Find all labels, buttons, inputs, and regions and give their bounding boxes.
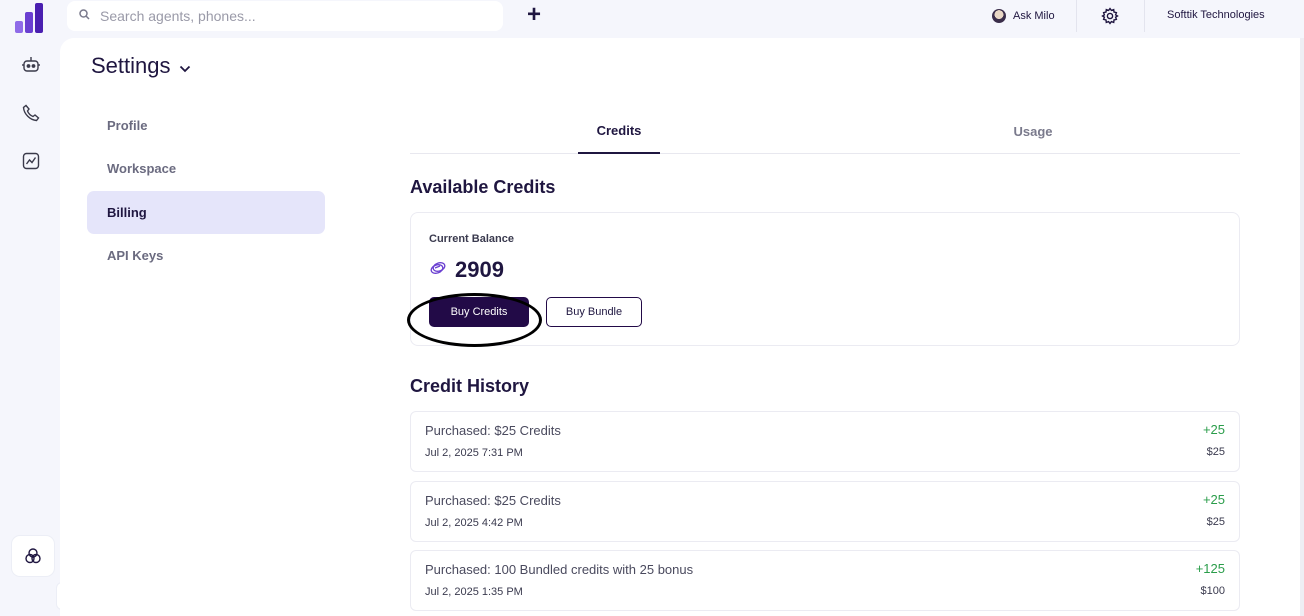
history-credits: +125: [1195, 561, 1225, 576]
history-item: Purchased: 100 Bundled credits with 25 b…: [410, 550, 1240, 611]
tab-label: Credits: [596, 122, 642, 138]
billing-tabs: Credits Usage: [410, 108, 1240, 154]
tab-label: Usage: [1013, 123, 1053, 139]
balance-row: 2909: [429, 257, 504, 283]
tab-credits[interactable]: Credits: [578, 108, 660, 154]
nav-item-label: API Keys: [107, 248, 164, 263]
history-item: Purchased: $25 Credits Jul 2, 2025 4:42 …: [410, 481, 1240, 542]
history-amount: $25: [1206, 516, 1225, 528]
top-bar: + Ask Milo Softtik Technologies: [60, 0, 1304, 38]
credits-coin-icon: [429, 261, 447, 280]
chevron-down-icon: [179, 53, 191, 79]
balance-card: Current Balance 2909 Buy Credits Buy Bun…: [410, 212, 1240, 346]
analytics-icon[interactable]: [20, 150, 42, 172]
history-credits: +25: [1202, 422, 1225, 437]
history-title: Purchased: $25 Credits: [425, 423, 561, 438]
history-date: Jul 2, 2025 1:35 PM: [425, 586, 523, 598]
nav-item-label: Profile: [107, 118, 148, 133]
nav-item-label: Workspace: [107, 161, 177, 176]
robot-icon[interactable]: [20, 54, 42, 76]
history-date: Jul 2, 2025 7:31 PM: [425, 447, 523, 459]
main-panel: Settings Profile Workspace Billing API K…: [60, 38, 1300, 616]
search-icon: [79, 7, 90, 25]
nav-item-api-keys[interactable]: API Keys: [87, 234, 325, 277]
credit-history-heading: Credit History: [410, 376, 530, 396]
nav-item-billing[interactable]: Billing: [87, 191, 325, 234]
buy-bundle-button[interactable]: Buy Bundle: [546, 297, 642, 327]
app-logo[interactable]: [15, 3, 43, 33]
circles-icon[interactable]: [12, 536, 54, 576]
history-date: Jul 2, 2025 4:42 PM: [425, 517, 523, 529]
ask-milo-label: Ask Milo: [1013, 10, 1055, 22]
balance-label: Current Balance: [429, 233, 514, 245]
scrollbar[interactable]: [1300, 38, 1304, 616]
history-item: Purchased: $25 Credits Jul 2, 2025 7:31 …: [410, 411, 1240, 472]
history-credits: +25: [1202, 492, 1225, 507]
add-button[interactable]: +: [522, 3, 546, 27]
balance-value: 2909: [455, 257, 504, 282]
search-input[interactable]: [100, 8, 480, 24]
org-switcher[interactable]: Softtik Technologies: [1167, 9, 1265, 21]
history-amount: $100: [1200, 585, 1225, 597]
divider: [1144, 0, 1145, 32]
gear-icon[interactable]: [1100, 6, 1120, 26]
available-credits-heading: Available Credits: [410, 177, 556, 197]
nav-item-workspace[interactable]: Workspace: [87, 147, 325, 190]
search-box[interactable]: [67, 1, 503, 31]
page-title[interactable]: Settings: [91, 53, 191, 79]
divider: [1076, 0, 1077, 32]
nav-item-label: Billing: [107, 205, 147, 220]
ask-milo-button[interactable]: Ask Milo: [992, 6, 1055, 26]
history-title: Purchased: 100 Bundled credits with 25 b…: [425, 562, 694, 577]
page-title-text: Settings: [91, 53, 171, 78]
phone-icon[interactable]: [20, 102, 42, 124]
tab-usage[interactable]: Usage: [990, 108, 1076, 154]
history-amount: $25: [1206, 446, 1225, 458]
buy-credits-button[interactable]: Buy Credits: [429, 297, 529, 327]
nav-item-profile[interactable]: Profile: [87, 104, 325, 147]
history-title: Purchased: $25 Credits: [425, 493, 561, 508]
milo-avatar: [992, 9, 1006, 23]
left-rail: [0, 0, 60, 616]
